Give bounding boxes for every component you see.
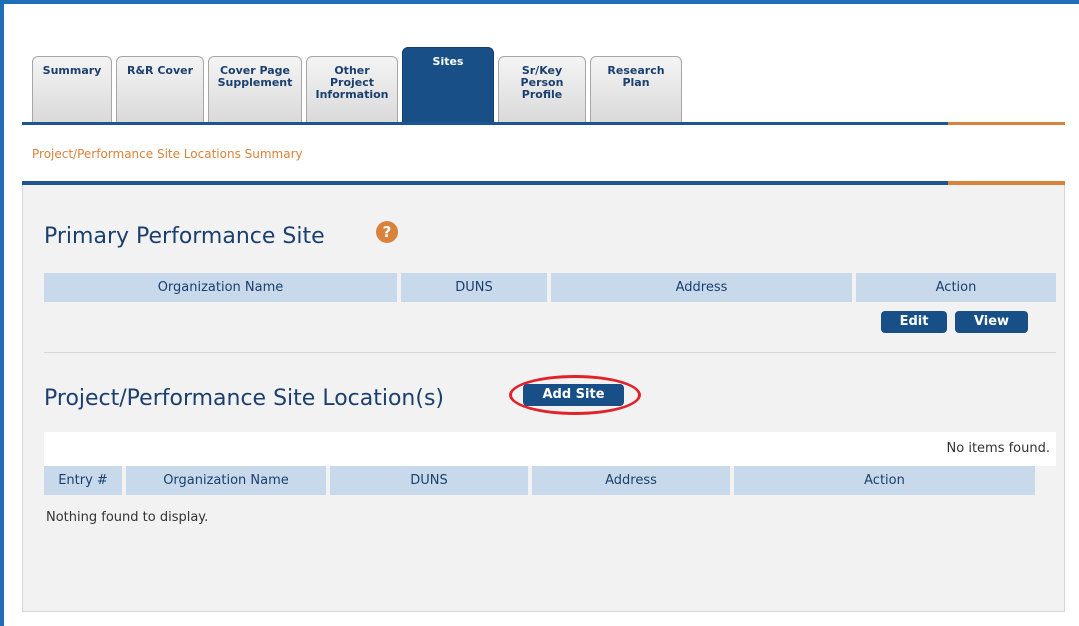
help-icon[interactable]: ?	[376, 221, 398, 243]
col-address: Address	[551, 273, 852, 302]
annotation-circle	[509, 375, 641, 415]
col-entry-number: Entry #	[44, 466, 122, 495]
tab-rr-cover[interactable]: R&R Cover	[116, 56, 204, 124]
col-duns: DUNS	[401, 273, 547, 302]
no-items-text: No items found.	[946, 441, 1050, 456]
edit-button[interactable]: Edit	[881, 311, 947, 333]
tab-sr-key-person-profile[interactable]: Sr/Key Person Profile	[498, 56, 586, 124]
tab-summary[interactable]: Summary	[32, 56, 112, 124]
section-divider	[44, 352, 1056, 353]
tab-cover-page-supplement[interactable]: Cover Page Supplement	[208, 56, 302, 124]
section-header-title: Project/Performance Site Locations Summa…	[32, 147, 303, 161]
col-organization-name: Organization Name	[44, 273, 397, 302]
tab-other-project-information[interactable]: Other Project Information	[306, 56, 398, 124]
tab-research-plan[interactable]: Research Plan	[590, 56, 682, 124]
empty-table-message: Nothing found to display.	[46, 510, 209, 525]
col-action: Action	[856, 273, 1056, 302]
col-action: Action	[734, 466, 1035, 495]
primary-site-heading: Primary Performance Site	[44, 224, 325, 249]
tab-sites[interactable]: Sites	[402, 47, 494, 124]
pagination-banner: No items found.	[44, 432, 1056, 466]
col-organization-name: Organization Name	[126, 466, 326, 495]
site-locations-table-header: Entry # Organization Name DUNS Address A…	[44, 466, 1035, 495]
primary-site-table-header: Organization Name DUNS Address Action	[44, 273, 1056, 302]
view-button[interactable]: View	[955, 311, 1028, 333]
site-locations-heading: Project/Performance Site Location(s)	[44, 386, 444, 411]
section-header: Project/Performance Site Locations Summa…	[22, 125, 1065, 181]
col-duns: DUNS	[330, 466, 528, 495]
col-address: Address	[532, 466, 730, 495]
